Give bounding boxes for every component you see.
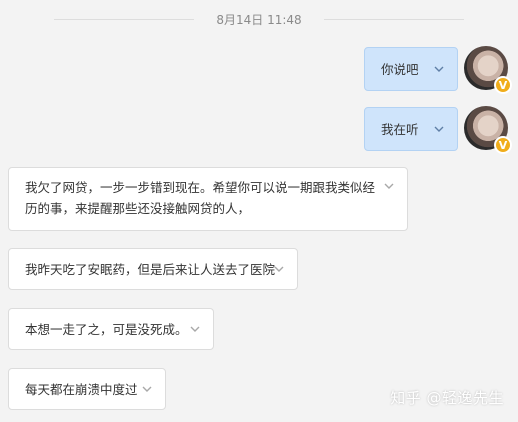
verified-badge-icon: V [494, 136, 512, 154]
timestamp-text: 8月14日 11:48 [216, 12, 302, 27]
received-message-bubble[interactable]: 我欠了网贷，一步一步错到现在。希望你可以说一期跟我类似经历的事，来提醒那些还没接… [8, 167, 408, 231]
timestamp-divider-right [323, 18, 464, 20]
message-text: 每天都在崩溃中度过 [25, 381, 138, 397]
message-text: 本想一走了之，可是没死成。 [25, 321, 188, 337]
message-text: 我昨天吃了安眠药，但是后来让人送去了医院 [25, 261, 276, 277]
chevron-down-icon[interactable] [433, 63, 445, 75]
chevron-down-icon[interactable] [433, 123, 445, 135]
chevron-down-icon[interactable] [383, 180, 395, 192]
sent-message-bubble[interactable]: 你说吧 [364, 47, 458, 91]
chevron-down-icon[interactable] [273, 263, 285, 275]
verified-badge-icon: V [494, 76, 512, 94]
received-message-bubble[interactable]: 我昨天吃了安眠药，但是后来让人送去了医院 [8, 248, 298, 290]
received-message-bubble[interactable]: 每天都在崩溃中度过 [8, 368, 166, 410]
sent-message-bubble[interactable]: 我在听 [364, 107, 458, 151]
chevron-down-icon[interactable] [189, 323, 201, 335]
message-text: 我在听 [381, 121, 419, 137]
message-text: 我欠了网贷，一步一步错到现在。希望你可以说一期跟我类似经历的事，来提醒那些还没接… [25, 180, 376, 216]
timestamp-divider-left [54, 18, 195, 20]
message-timestamp: 8月14日 11:48 [0, 10, 518, 28]
watermark: 知乎 @轻逸先生 [390, 389, 504, 407]
chevron-down-icon[interactable] [141, 383, 153, 395]
received-message-bubble[interactable]: 本想一走了之，可是没死成。 [8, 308, 214, 350]
message-text: 你说吧 [381, 61, 419, 77]
